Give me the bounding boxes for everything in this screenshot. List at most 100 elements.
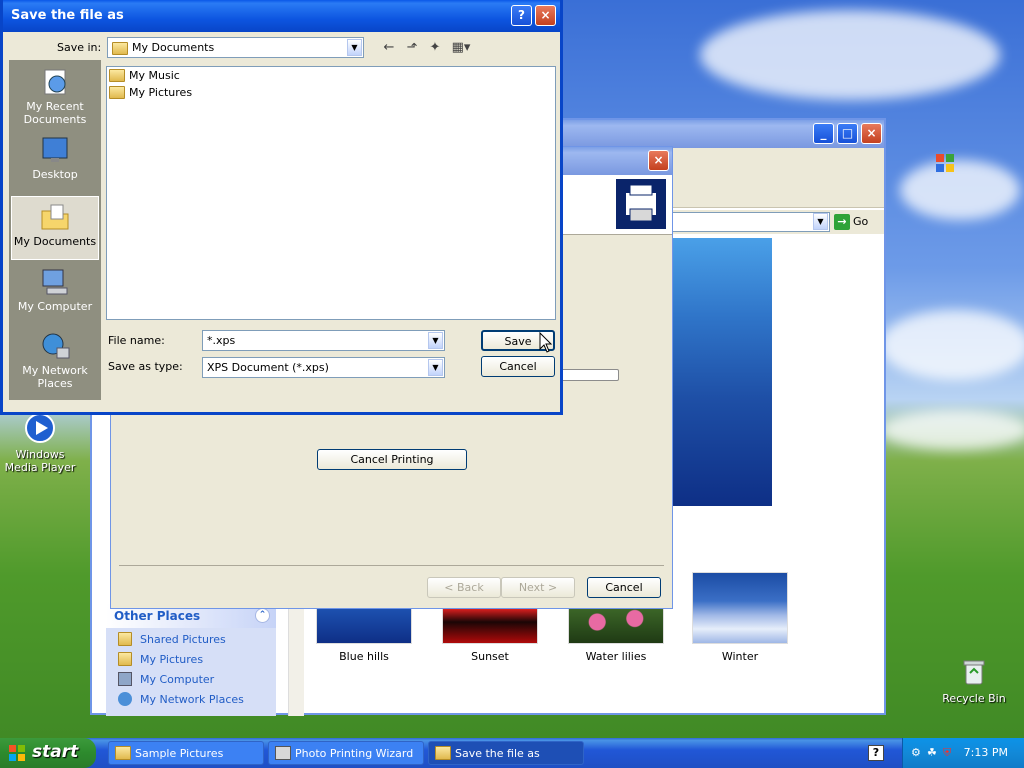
thumbnail-image xyxy=(692,572,788,644)
task-sample-pictures[interactable]: Sample Pictures xyxy=(108,741,264,765)
view-menu-icon[interactable]: ▦▾ xyxy=(449,40,473,56)
save-as-type-value: XPS Document (*.xps) xyxy=(207,361,329,374)
desktop-icon xyxy=(39,134,71,166)
place-my-documents[interactable]: My Documents xyxy=(11,196,99,260)
folder-icon xyxy=(435,746,451,760)
close-button[interactable]: × xyxy=(861,123,882,144)
back-arrow-icon[interactable]: ← xyxy=(380,40,398,56)
folder-icon xyxy=(109,69,125,82)
help-icon[interactable]: ? xyxy=(868,745,884,761)
other-places-title: Other Places xyxy=(114,609,201,623)
progress-bar xyxy=(561,369,619,381)
item-label: My Music xyxy=(129,69,180,82)
back-button[interactable]: < Back xyxy=(427,577,501,598)
recent-documents-icon xyxy=(39,66,71,98)
link-my-computer[interactable]: My Computer xyxy=(106,668,276,688)
list-item[interactable]: My Music xyxy=(107,67,555,84)
printer-icon xyxy=(275,746,291,760)
wizard-cancel-button[interactable]: Cancel xyxy=(587,577,661,598)
tray-icon[interactable]: ⚙ xyxy=(911,746,921,759)
preview-image xyxy=(672,238,772,506)
folder-icon xyxy=(118,632,132,646)
thumbnail-caption: Winter xyxy=(721,650,759,663)
address-bar: ▼ → Go xyxy=(672,210,884,234)
save-in-dropdown[interactable]: My Documents ▼ xyxy=(107,37,364,58)
chevron-down-icon[interactable]: ▼ xyxy=(428,332,443,349)
computer-icon xyxy=(118,672,132,686)
thumbnail-caption: Sunset xyxy=(471,650,509,663)
minimize-button[interactable]: _ xyxy=(813,123,834,144)
cancel-button[interactable]: Cancel xyxy=(481,356,555,377)
desktop-icon-label: Recycle Bin xyxy=(942,692,1006,705)
file-name-value: *.xps xyxy=(207,334,236,347)
desktop-icon-recycle-bin[interactable]: Recycle Bin xyxy=(934,656,1014,705)
help-button[interactable]: ? xyxy=(511,5,532,26)
printer-icon xyxy=(616,179,666,229)
place-my-computer[interactable]: My Computer xyxy=(11,262,99,326)
place-my-network-places[interactable]: My Network Places xyxy=(11,326,99,390)
save-in-value: My Documents xyxy=(132,41,215,54)
link-shared-pictures[interactable]: Shared Pictures xyxy=(106,628,276,648)
save-dialog-titlebar: Save the file as ? × xyxy=(3,0,560,32)
task-label: Photo Printing Wizard xyxy=(295,747,414,760)
file-name-input[interactable]: *.xps ▼ xyxy=(202,330,445,351)
other-places-panel: Other Places ⌃ Shared Pictures My Pictur… xyxy=(106,604,276,716)
save-as-type-dropdown[interactable]: XPS Document (*.xps) ▼ xyxy=(202,357,445,378)
network-icon xyxy=(118,692,132,706)
place-label: My Documents xyxy=(13,235,97,248)
tray-icon[interactable]: ☘ xyxy=(927,746,937,759)
task-photo-printing-wizard[interactable]: Photo Printing Wizard xyxy=(268,741,424,765)
desktop-icon-windows-media-player[interactable]: Windows Media Player xyxy=(0,412,80,474)
thumbnail-caption: Water lilies xyxy=(585,650,647,663)
up-folder-icon[interactable]: ⬏ xyxy=(403,40,421,56)
go-button[interactable]: → Go xyxy=(834,214,868,230)
cloud xyxy=(900,160,1020,220)
cloud xyxy=(700,10,1000,100)
next-button[interactable]: Next > xyxy=(501,577,575,598)
file-list[interactable]: My Music My Pictures xyxy=(106,66,556,320)
folder-icon xyxy=(118,652,132,666)
list-item[interactable]: My Pictures xyxy=(107,84,555,101)
task-save-the-file-as[interactable]: Save the file as xyxy=(428,741,584,765)
chevron-down-icon[interactable]: ▼ xyxy=(813,213,828,230)
address-input[interactable]: ▼ xyxy=(672,212,830,232)
place-label: My Network Places xyxy=(22,364,88,390)
link-label: Shared Pictures xyxy=(140,632,226,646)
maximize-button[interactable]: □ xyxy=(837,123,858,144)
thumbnail-item[interactable]: Winter xyxy=(692,572,788,663)
menu-toolbar-strip xyxy=(672,148,954,208)
save-file-dialog: Save the file as ? × Save in: My Documen… xyxy=(0,0,563,415)
media-player-icon xyxy=(24,412,56,444)
windows-flag-icon xyxy=(9,745,25,761)
link-label: My Computer xyxy=(140,672,215,686)
link-my-network-places[interactable]: My Network Places xyxy=(106,688,276,708)
start-button[interactable]: start xyxy=(0,738,96,768)
start-label: start xyxy=(32,742,79,762)
thumbnail-caption: Blue hills xyxy=(339,650,389,663)
save-as-type-label: Save as type: xyxy=(108,360,183,373)
dialog-title: Save the file as xyxy=(11,8,124,23)
go-arrow-icon: → xyxy=(834,214,850,230)
place-desktop[interactable]: Desktop xyxy=(11,130,99,194)
link-my-pictures[interactable]: My Pictures xyxy=(106,648,276,668)
my-computer-icon xyxy=(39,266,71,298)
side-scrollbar[interactable] xyxy=(288,604,304,716)
task-label: Save the file as xyxy=(455,747,540,760)
system-tray: ⚙ ☘ ⛨ 7:13 PM xyxy=(902,738,1024,768)
link-label: My Pictures xyxy=(140,652,204,666)
cancel-printing-button[interactable]: Cancel Printing xyxy=(317,449,467,470)
item-label: My Pictures xyxy=(129,86,193,99)
windows-logo-icon xyxy=(936,154,954,172)
new-folder-icon[interactable]: ✦ xyxy=(426,40,444,56)
recycle-bin-icon xyxy=(958,656,990,688)
collapse-chevron-icon[interactable]: ⌃ xyxy=(255,608,270,623)
close-button[interactable]: × xyxy=(535,5,556,26)
security-shield-icon[interactable]: ⛨ xyxy=(943,746,951,760)
place-my-recent-documents[interactable]: My Recent Documents xyxy=(11,62,99,126)
chevron-down-icon[interactable]: ▼ xyxy=(347,39,362,56)
cloud xyxy=(880,310,1024,380)
close-button[interactable]: × xyxy=(648,150,669,171)
folder-icon xyxy=(112,41,128,55)
task-label: Sample Pictures xyxy=(135,747,224,760)
chevron-down-icon[interactable]: ▼ xyxy=(428,359,443,376)
